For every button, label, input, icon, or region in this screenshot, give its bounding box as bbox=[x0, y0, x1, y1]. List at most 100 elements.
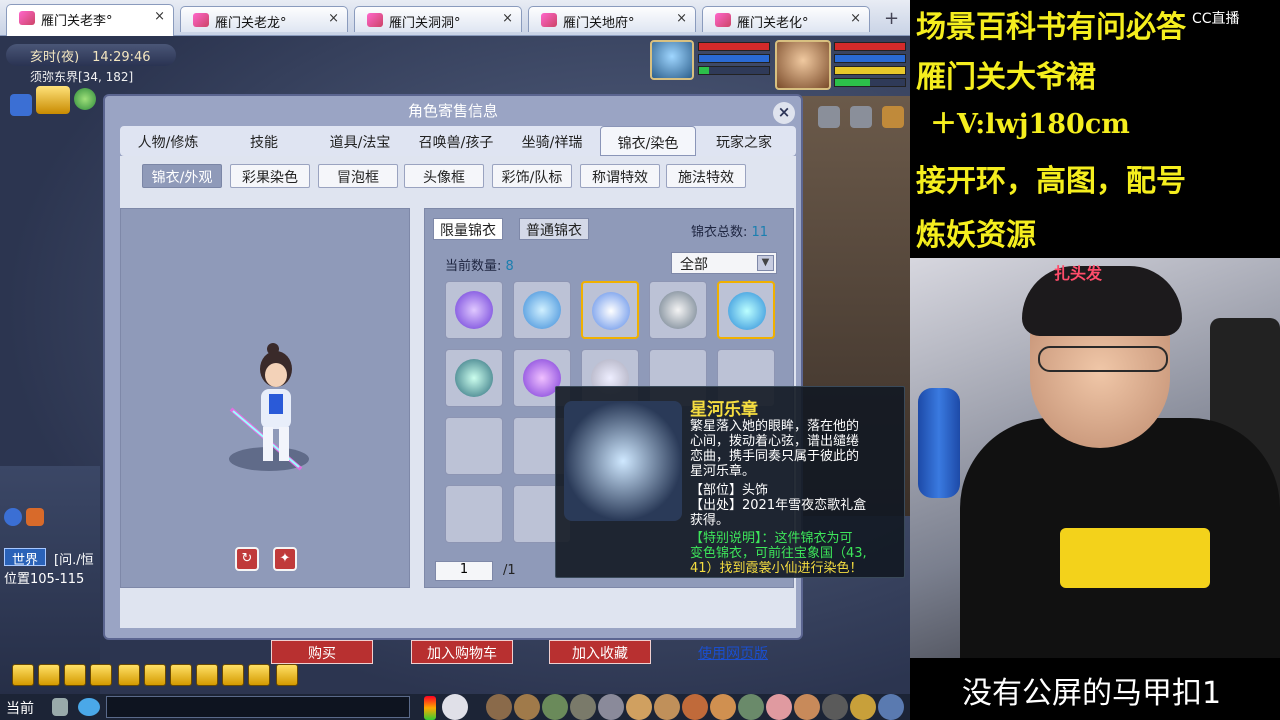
chevron-down-icon[interactable]: ▼ bbox=[757, 255, 774, 271]
subtab-outfit[interactable]: 锦衣/外观 bbox=[142, 164, 222, 188]
search-icon[interactable] bbox=[118, 664, 140, 686]
speech-icon[interactable] bbox=[222, 664, 244, 686]
page-input[interactable]: 1 bbox=[435, 561, 493, 581]
outfit-slot[interactable] bbox=[717, 281, 775, 339]
item-icon[interactable] bbox=[682, 694, 708, 720]
outfit-slot[interactable] bbox=[513, 281, 571, 339]
tab-close-icon[interactable]: × bbox=[502, 11, 513, 26]
list-icon[interactable] bbox=[248, 664, 270, 686]
outfit-icon bbox=[523, 291, 561, 329]
brush-icon[interactable] bbox=[196, 664, 218, 686]
subtab-title-effect[interactable]: 称谓特效 bbox=[580, 164, 660, 188]
filter-select[interactable]: 全部 ▼ bbox=[671, 252, 777, 274]
settings-icon[interactable] bbox=[818, 106, 840, 128]
treasure-icon[interactable] bbox=[36, 86, 70, 114]
outfit-slot[interactable] bbox=[445, 281, 503, 339]
tab-skills[interactable]: 技能 bbox=[216, 126, 312, 156]
outfit-icon bbox=[659, 291, 697, 329]
close-icon[interactable]: × bbox=[773, 102, 795, 124]
arrow-up-icon[interactable] bbox=[38, 664, 60, 686]
pet-icon[interactable] bbox=[442, 694, 468, 720]
item-icon[interactable] bbox=[766, 694, 792, 720]
outfit-slot[interactable] bbox=[649, 281, 707, 339]
browser-tab[interactable]: 雁门关老化° × bbox=[702, 6, 870, 32]
item-icon[interactable] bbox=[570, 694, 596, 720]
tab-mounts[interactable]: 坐骑/祥瑞 bbox=[504, 126, 600, 156]
chat-scroll-icon[interactable] bbox=[4, 508, 22, 526]
item-icon[interactable] bbox=[794, 694, 820, 720]
subtab-dye[interactable]: 彩果染色 bbox=[230, 164, 310, 188]
pet-avatar[interactable] bbox=[650, 40, 694, 80]
move-icon[interactable] bbox=[90, 664, 112, 686]
stream-text-line: 场景百科书有问必答 bbox=[916, 10, 1186, 45]
browser-tab[interactable]: 雁门关洞洞° × bbox=[354, 6, 522, 32]
tab-home[interactable]: 玩家之家 bbox=[696, 126, 792, 156]
subtab-avatar-frame[interactable]: 头像框 bbox=[404, 164, 484, 188]
tab-label: 雁门关老龙° bbox=[215, 16, 287, 31]
tab-close-icon[interactable]: × bbox=[328, 11, 339, 26]
tab-close-icon[interactable]: × bbox=[154, 9, 165, 24]
item-icon[interactable] bbox=[486, 694, 512, 720]
dialog-title: 角色寄售信息 bbox=[407, 102, 498, 120]
item-icon[interactable] bbox=[542, 694, 568, 720]
item-icon[interactable] bbox=[850, 694, 876, 720]
arrow-left-icon[interactable] bbox=[12, 664, 34, 686]
up-arrow-icon[interactable] bbox=[10, 94, 32, 116]
stream-bottom-note: 没有公屏的马甲扣1 bbox=[962, 676, 1222, 711]
browser-tab[interactable]: 雁门关地府° × bbox=[528, 6, 696, 32]
item-icon[interactable] bbox=[738, 694, 764, 720]
chat-channel-label[interactable]: 当前 bbox=[6, 698, 34, 718]
stream-text-line: ＋V:lwj180cm bbox=[930, 109, 1130, 140]
tab-items[interactable]: 道具/法宝 bbox=[312, 126, 408, 156]
chat-emote-icon[interactable] bbox=[26, 508, 44, 526]
item-icon[interactable] bbox=[822, 694, 848, 720]
tab-close-icon[interactable]: × bbox=[676, 11, 687, 26]
item-icon[interactable] bbox=[710, 694, 736, 720]
tab-character[interactable]: 人物/修炼 bbox=[120, 126, 216, 156]
add-to-cart-button[interactable]: 加入购物车 bbox=[411, 640, 513, 664]
game-viewport[interactable]: 亥时(夜) 14:29:46 须弥东界[34, 182] 世界 [问./恒 位置… bbox=[0, 36, 910, 720]
buy-button[interactable]: 购买 bbox=[271, 640, 373, 664]
bag-icon[interactable] bbox=[850, 106, 872, 128]
new-tab-button[interactable]: + bbox=[884, 8, 899, 29]
item-icon[interactable] bbox=[626, 694, 652, 720]
edit-icon[interactable] bbox=[144, 664, 166, 686]
chat-bubble-icon[interactable] bbox=[78, 698, 100, 716]
quest-icon[interactable] bbox=[882, 106, 904, 128]
subtab-bubble[interactable]: 冒泡框 bbox=[318, 164, 398, 188]
character-preview[interactable]: ↻ ✦ bbox=[120, 208, 410, 588]
item-icon[interactable] bbox=[654, 694, 680, 720]
rotate-icon[interactable]: ↻ bbox=[235, 547, 259, 571]
item-icon[interactable] bbox=[598, 694, 624, 720]
lock-icon[interactable] bbox=[170, 664, 192, 686]
tooltip-desc-line: 恋曲，携手同奏只属于彼此的 bbox=[690, 449, 860, 464]
web-version-link[interactable]: 使用网页版 bbox=[698, 643, 768, 663]
add-to-favorites-button[interactable]: 加入收藏 bbox=[549, 640, 651, 664]
browser-tab[interactable]: 雁门关老龙° × bbox=[180, 6, 348, 32]
tab-outfits[interactable]: 锦衣/染色 bbox=[600, 126, 696, 156]
item-icon[interactable] bbox=[878, 694, 904, 720]
microphone bbox=[918, 388, 960, 498]
dropdown-icon[interactable] bbox=[276, 664, 298, 686]
subtab-decoration[interactable]: 彩饰/队标 bbox=[492, 164, 572, 188]
outfit-slot[interactable] bbox=[581, 281, 639, 339]
arrow-down-icon[interactable] bbox=[64, 664, 86, 686]
browser-tab[interactable]: 雁门关老李° × bbox=[6, 4, 174, 36]
subtab-cast-effect[interactable]: 施法特效 bbox=[666, 164, 746, 188]
pose-icon[interactable]: ✦ bbox=[273, 547, 297, 571]
player-avatar[interactable] bbox=[775, 40, 831, 90]
tab-pets[interactable]: 召唤兽/孩子 bbox=[408, 126, 504, 156]
outfit-slot[interactable] bbox=[445, 417, 503, 475]
tab-limited-outfit[interactable]: 限量锦衣 bbox=[433, 218, 503, 240]
outfit-slot[interactable] bbox=[445, 485, 503, 543]
chat-input[interactable] bbox=[106, 696, 410, 718]
item-icon[interactable] bbox=[514, 694, 540, 720]
outfit-total: 锦衣总数: 11 bbox=[691, 221, 768, 240]
tab-normal-outfit[interactable]: 普通锦衣 bbox=[519, 218, 589, 240]
stream-panel: 场景百科书有问必答 CC直播 雁门关大爷裙 ＋V:lwj180cm 接开环，高图… bbox=[910, 0, 1280, 720]
globe-icon[interactable] bbox=[74, 88, 96, 110]
outfit-slot[interactable] bbox=[445, 349, 503, 407]
microphone-icon[interactable] bbox=[52, 698, 68, 716]
tab-close-icon[interactable]: × bbox=[850, 11, 861, 26]
chat-channel-badge[interactable]: 世界 bbox=[4, 548, 46, 568]
